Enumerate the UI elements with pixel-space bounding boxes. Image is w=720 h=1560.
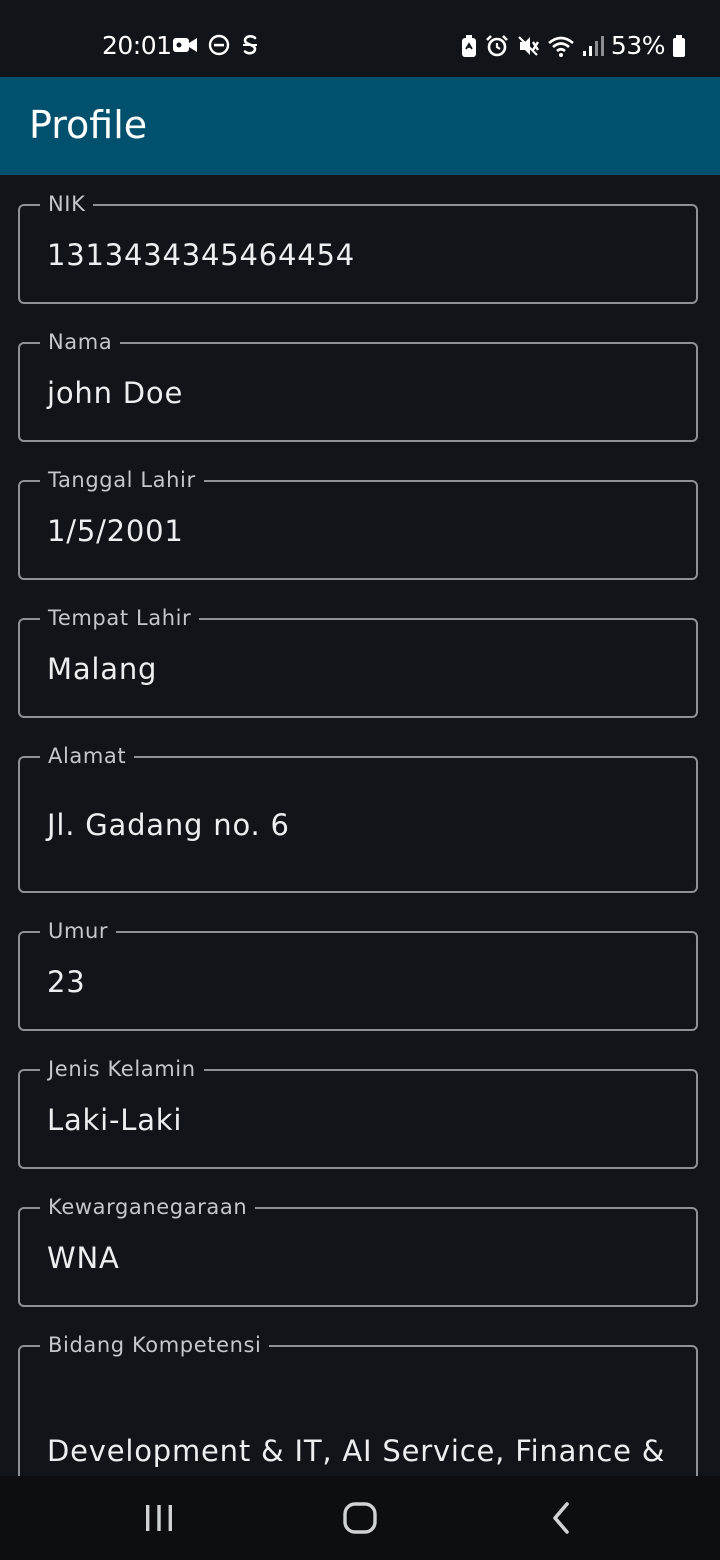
alarm-icon [485,34,509,58]
recents-icon[interactable] [129,1494,189,1542]
field-value[interactable]: Malang [47,652,157,686]
jenis-kelamin-field[interactable]: Jenis Kelamin Laki-Laki [18,1054,698,1169]
tempat-lahir-field[interactable]: Tempat Lahir Malang [18,603,698,718]
field-value[interactable]: Laki-Laki [47,1103,182,1137]
status-bar: 20:01 53% [0,0,720,77]
field-value[interactable]: Development & IT, AI Service, Finance & [47,1434,665,1468]
do-not-disturb-icon [208,34,230,56]
umur-field[interactable]: Umur 23 [18,916,698,1031]
screen: 20:01 53% Profile NIK 1313434345464454 N… [0,0,720,1560]
battery-percent: 53% [610,31,666,60]
video-camera-icon [172,35,198,55]
field-value[interactable]: 1/5/2001 [47,514,184,548]
wifi-icon [547,34,575,58]
field-label: Tempat Lahir [40,603,200,633]
s-icon [240,33,260,57]
field-label: Alamat [40,741,135,771]
page-title: Profile [29,103,148,147]
field-value[interactable]: john Doe [47,376,183,410]
field-value[interactable]: 23 [47,965,86,999]
field-label: Jenis Kelamin [40,1054,204,1084]
field-value[interactable]: 1313434345464454 [47,238,355,272]
field-value[interactable]: Jl. Gadang no. 6 [47,808,290,842]
field-label: Nama [40,327,121,357]
status-left-icons [172,33,260,57]
home-icon[interactable] [330,1494,390,1542]
app-bar: Profile [0,77,720,175]
field-label: Kewarganegaraan [40,1192,256,1222]
nik-field[interactable]: NIK 1313434345464454 [18,189,698,304]
battery-icon [672,34,686,58]
status-right-icons: 53% [460,31,686,60]
field-label: NIK [40,189,94,219]
bidang-kompetensi-field[interactable]: Bidang Kompetensi Development & IT, AI S… [18,1330,698,1476]
nama-field[interactable]: Nama john Doe [18,327,698,442]
field-value[interactable]: WNA [47,1241,120,1275]
tanggal-lahir-field[interactable]: Tanggal Lahir 1/5/2001 [18,465,698,580]
signal-icon [582,34,604,58]
battery-saver-icon [460,34,478,58]
field-label: Bidang Kompetensi [40,1330,270,1360]
back-icon[interactable] [532,1494,592,1542]
alamat-field[interactable]: Alamat Jl. Gadang no. 6 [18,741,698,893]
field-label: Umur [40,916,117,946]
field-label: Tanggal Lahir [40,465,204,495]
status-time: 20:01 [102,31,172,60]
vibrate-off-icon [516,34,540,58]
navigation-bar [0,1476,720,1560]
kewarganegaraan-field[interactable]: Kewarganegaraan WNA [18,1192,698,1307]
profile-form: NIK 1313434345464454 Nama john Doe Tangg… [0,175,720,1476]
